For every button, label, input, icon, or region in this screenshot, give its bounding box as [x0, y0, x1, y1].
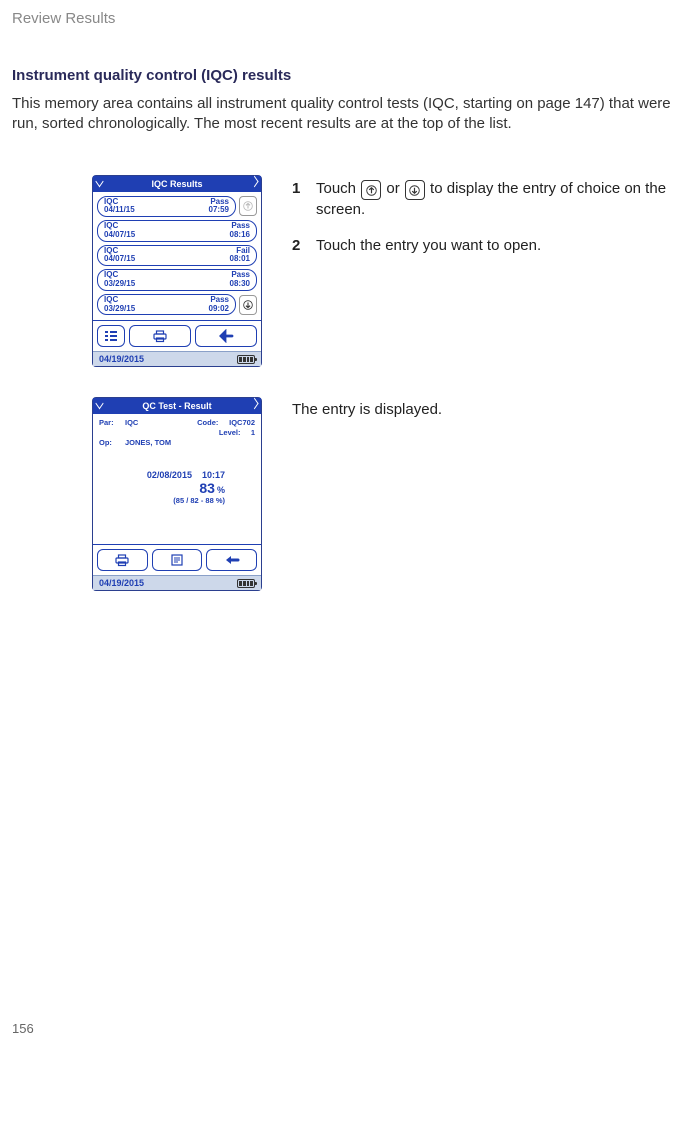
step-2: 2 Touch the entry you want to open. [292, 236, 687, 256]
back-button[interactable] [206, 549, 257, 571]
note-icon [169, 553, 185, 567]
list-button[interactable] [97, 325, 125, 347]
list-item[interactable]: IQC04/11/15 Pass07:59 [97, 196, 236, 218]
result-body: Par: IQC Code: IQC702 Level: 1 Op: JONES… [93, 414, 261, 544]
arrow-down-icon [243, 300, 253, 310]
screen-title: IQC Results [93, 176, 261, 192]
spacer [99, 428, 121, 438]
entry-date: 03/29/15 [104, 305, 135, 314]
step-text: Touch the entry you want to open. [316, 236, 541, 256]
arrow-left-icon [224, 553, 240, 567]
arrow-up-icon [243, 201, 253, 211]
entry-date: 03/29/15 [104, 280, 135, 289]
list-area: IQC04/11/15 Pass07:59 IQC04/07/15 Pass08… [93, 192, 261, 321]
instructions-block-2: The entry is displayed. [292, 397, 687, 418]
step-text-part: or [382, 180, 404, 197]
entry-date: 04/07/15 [104, 231, 135, 240]
comment-button[interactable] [152, 549, 203, 571]
entry-displayed-text: The entry is displayed. [292, 401, 687, 418]
step-text-part: Touch [316, 180, 360, 197]
status-date: 04/19/2015 [99, 354, 144, 364]
entry-time: 08:16 [230, 231, 250, 240]
printer-icon [114, 553, 130, 567]
step-number: 2 [292, 236, 306, 256]
label-op: Op: [99, 438, 121, 448]
result-date: 02/08/2015 [147, 470, 192, 480]
result-time: 10:17 [202, 470, 225, 480]
value-par: IQC [125, 418, 193, 428]
spacer [125, 428, 215, 438]
arrow-up-icon [366, 185, 377, 196]
result-unit: % [217, 485, 225, 495]
entry-time: 08:01 [230, 255, 250, 264]
back-button[interactable] [195, 325, 257, 347]
section-title: Instrument quality control (IQC) results [12, 67, 687, 84]
arrow-down-icon [409, 185, 420, 196]
battery-icon [237, 355, 255, 364]
label-level: Level: [219, 428, 247, 438]
entry-time: 08:30 [230, 280, 250, 289]
entry-date: 04/07/15 [104, 255, 135, 264]
print-button[interactable] [129, 325, 191, 347]
entry-date: 04/11/15 [104, 206, 135, 215]
device-screen-iqc-list: IQC Results IQC04/11/15 Pass07:59 IQC04/… [92, 175, 262, 368]
inline-down-button [405, 180, 425, 200]
status-date: 04/19/2015 [99, 578, 144, 588]
inline-up-button [361, 180, 381, 200]
section-body: This memory area contains all instrument… [12, 94, 687, 135]
toolbar [93, 320, 261, 351]
device-screen-qc-result: QC Test - Result Par: IQC Code: IQC702 L… [92, 397, 262, 591]
step-number: 1 [292, 179, 306, 221]
entry-time: 07:59 [209, 206, 229, 215]
print-button[interactable] [97, 549, 148, 571]
value-code: IQC702 [229, 418, 255, 428]
result-main: 02/08/2015 10:17 83 % (85 / 82 - 88 %) [99, 470, 255, 505]
status-bar: 04/19/2015 [93, 351, 261, 366]
arrow-left-icon [218, 329, 234, 343]
label-par: Par: [99, 418, 121, 428]
scroll-down-button[interactable] [239, 295, 257, 315]
printer-icon [152, 329, 168, 343]
page-number: 156 [12, 1021, 687, 1036]
value-level: 1 [251, 428, 255, 438]
step-text: Touch or to display the entry of choice … [316, 179, 687, 221]
value-op: JONES, TOM [125, 438, 171, 448]
step-1: 1 Touch or to display the entry of choic… [292, 179, 687, 221]
toolbar [93, 544, 261, 575]
battery-icon [237, 579, 255, 588]
entry-time: 09:02 [209, 305, 229, 314]
label-code: Code: [197, 418, 225, 428]
list-icon [103, 329, 119, 343]
running-head: Review Results [12, 10, 687, 27]
instructions-block-1: 1 Touch or to display the entry of choic… [292, 175, 687, 273]
result-value: 83 [199, 480, 215, 496]
list-item[interactable]: IQC03/29/15 Pass09:02 [97, 294, 236, 316]
list-item[interactable]: IQC04/07/15 Pass08:16 [97, 220, 257, 242]
result-range: (85 / 82 - 88 %) [99, 496, 225, 505]
list-item[interactable]: IQC04/07/15 Fail08:01 [97, 245, 257, 267]
scroll-up-button[interactable] [239, 196, 257, 216]
list-item[interactable]: IQC03/29/15 Pass08:30 [97, 269, 257, 291]
screen-title: QC Test - Result [93, 398, 261, 414]
status-bar: 04/19/2015 [93, 575, 261, 590]
